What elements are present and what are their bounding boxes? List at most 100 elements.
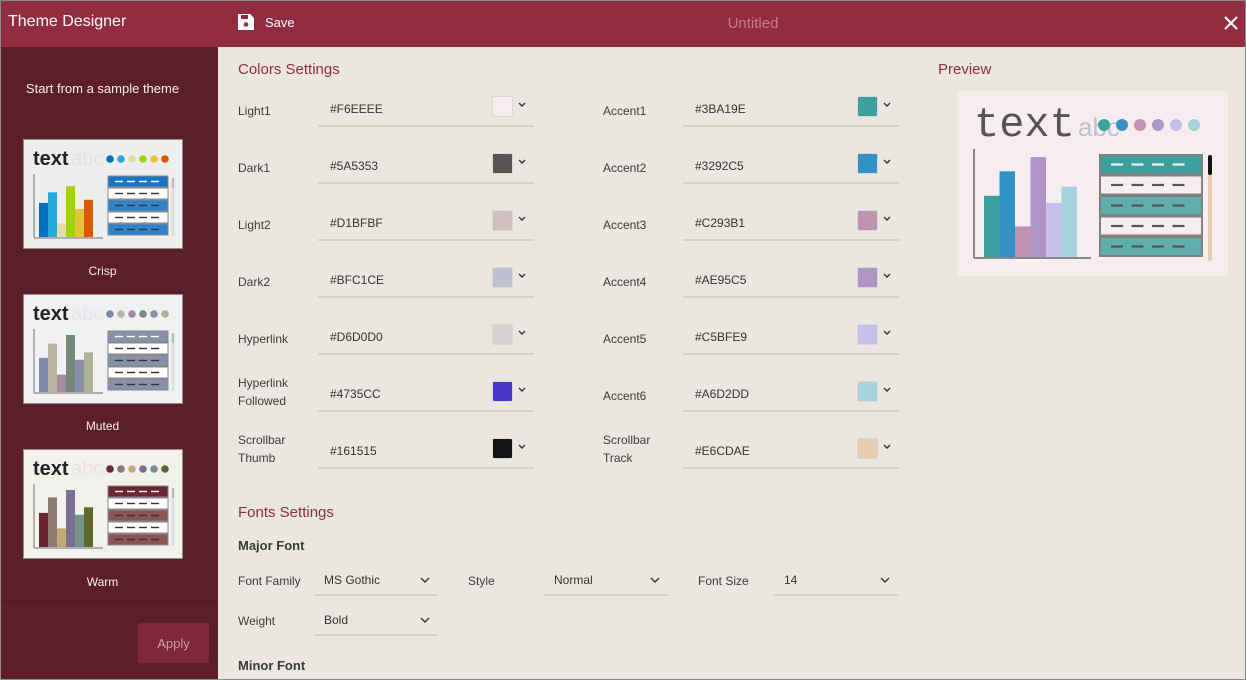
color-input-scrollbar-track[interactable]: #E6CDAE <box>683 436 899 469</box>
color-hex-value[interactable]: #3BA19E <box>695 102 746 116</box>
document-title: Untitled <box>727 15 779 32</box>
color-swatch[interactable] <box>492 267 513 288</box>
theme-designer-window: Theme Designer Save Untitled Start from … <box>1 1 1245 679</box>
color-input-light1[interactable]: #F6EEEE <box>318 94 534 127</box>
color-hex-value[interactable]: #A6D2DD <box>695 387 749 401</box>
theme-card-crisp[interactable]: text abc <box>23 139 183 249</box>
chevron-down-icon[interactable] <box>517 214 527 224</box>
color-hex-value[interactable]: #161515 <box>330 444 377 458</box>
color-hex-value[interactable]: #D1BFBF <box>330 216 383 230</box>
color-input-accent3[interactable]: #C293B1 <box>683 208 899 241</box>
thumbnail-sample-abc: abc <box>71 148 103 170</box>
color-hex-value[interactable]: #3292C5 <box>695 159 744 173</box>
chevron-down-icon[interactable] <box>517 442 527 452</box>
accent-dot <box>106 465 114 473</box>
accent-dot <box>106 155 114 163</box>
sidebar-heading: Start from a sample theme <box>25 81 180 96</box>
chevron-down-icon[interactable] <box>882 442 892 452</box>
color-input-accent1[interactable]: #3BA19E <box>683 94 899 127</box>
close-icon <box>1224 16 1238 30</box>
chart-bar <box>999 171 1015 257</box>
save-button[interactable]: Save <box>237 13 295 31</box>
color-hex-value[interactable]: #C293B1 <box>695 216 745 230</box>
close-button[interactable] <box>1221 13 1241 33</box>
color-swatch[interactable] <box>492 153 513 174</box>
accent-dot <box>150 155 158 163</box>
chevron-down-icon[interactable] <box>882 157 892 167</box>
color-input-accent5[interactable]: #C5BFE9 <box>683 322 899 355</box>
color-swatch[interactable] <box>492 210 513 231</box>
chevron-down-icon[interactable] <box>517 100 527 110</box>
color-hex-value[interactable]: #BFC1CE <box>330 273 384 287</box>
chart-bar <box>57 223 66 237</box>
font-family-value: MS Gothic <box>324 573 381 587</box>
theme-card-warm[interactable]: text abc <box>23 449 183 559</box>
color-hex-value[interactable]: #F6EEEE <box>330 102 383 116</box>
chevron-down-icon[interactable] <box>517 157 527 167</box>
accent-dot <box>117 465 125 473</box>
color-input-accent4[interactable]: #AE95C5 <box>683 265 899 298</box>
chart-bar <box>66 334 75 392</box>
style-select[interactable]: Normal <box>544 566 668 596</box>
chevron-down-icon[interactable] <box>517 385 527 395</box>
color-input-dark1[interactable]: #5A5353 <box>318 151 534 184</box>
color-swatch[interactable] <box>857 438 878 459</box>
theme-thumbnail: text abc <box>24 140 182 248</box>
color-input-hyperlink-followed[interactable]: #4735CC <box>318 379 534 412</box>
weight-value: Bold <box>324 613 349 627</box>
chart-bar <box>84 199 93 237</box>
font-family-select[interactable]: MS Gothic <box>314 566 438 596</box>
chevron-down-icon[interactable] <box>517 328 527 338</box>
color-label: Accent2 <box>603 161 647 175</box>
color-label: Light1 <box>238 104 271 118</box>
color-swatch[interactable] <box>857 381 878 402</box>
color-swatch[interactable] <box>857 96 878 117</box>
color-swatch[interactable] <box>857 267 878 288</box>
color-swatch[interactable] <box>857 324 878 345</box>
color-input-accent6[interactable]: #A6D2DD <box>683 379 899 412</box>
color-input-hyperlink[interactable]: #D6D0D0 <box>318 322 534 355</box>
color-input-scrollbar-thumb[interactable]: #161515 <box>318 436 534 469</box>
chart-bar <box>66 186 75 237</box>
chart-bar <box>48 497 57 547</box>
color-hex-value[interactable]: #E6CDAE <box>695 444 750 458</box>
color-input-dark2[interactable]: #BFC1CE <box>318 265 534 298</box>
color-swatch[interactable] <box>492 96 513 117</box>
chevron-down-icon[interactable] <box>882 328 892 338</box>
color-hex-value[interactable]: #5A5353 <box>330 159 378 173</box>
color-swatch[interactable] <box>492 438 513 459</box>
thumbnail-sample-text: text <box>33 303 69 325</box>
theme-card-muted[interactable]: text abc <box>23 294 183 404</box>
chart-bar <box>39 512 48 547</box>
color-swatch[interactable] <box>492 324 513 345</box>
chevron-down-icon[interactable] <box>882 214 892 224</box>
chart-bar <box>1030 157 1046 257</box>
color-swatch[interactable] <box>492 381 513 402</box>
color-hex-value[interactable]: #D6D0D0 <box>330 330 383 344</box>
color-swatch[interactable] <box>857 153 878 174</box>
color-hex-value[interactable]: #AE95C5 <box>695 273 746 287</box>
chevron-down-icon[interactable] <box>882 271 892 281</box>
color-swatch[interactable] <box>857 210 878 231</box>
color-hex-value[interactable]: #C5BFE9 <box>695 330 747 344</box>
chart-bar <box>75 359 84 392</box>
chevron-down-icon[interactable] <box>517 271 527 281</box>
chevron-down-icon[interactable] <box>882 385 892 395</box>
chevron-down-icon <box>650 577 660 583</box>
theme-name: Warm <box>86 575 119 589</box>
color-hex-value[interactable]: #4735CC <box>330 387 381 401</box>
chart-bar <box>57 528 66 547</box>
accent-dot <box>139 465 147 473</box>
font-size-select[interactable]: 14 <box>774 566 898 596</box>
apply-button[interactable]: Apply <box>138 623 209 663</box>
chevron-down-icon[interactable] <box>882 100 892 110</box>
color-input-accent2[interactable]: #3292C5 <box>683 151 899 184</box>
font-family-label: Font Family <box>238 574 301 588</box>
color-input-light2[interactable]: #D1BFBF <box>318 208 534 241</box>
accent-dot <box>106 310 114 318</box>
weight-select[interactable]: Bold <box>314 606 438 636</box>
theme-thumbnail: text abc <box>24 295 182 403</box>
chart-bar <box>48 343 57 392</box>
chart-bar <box>984 195 1000 257</box>
save-icon <box>238 14 254 30</box>
